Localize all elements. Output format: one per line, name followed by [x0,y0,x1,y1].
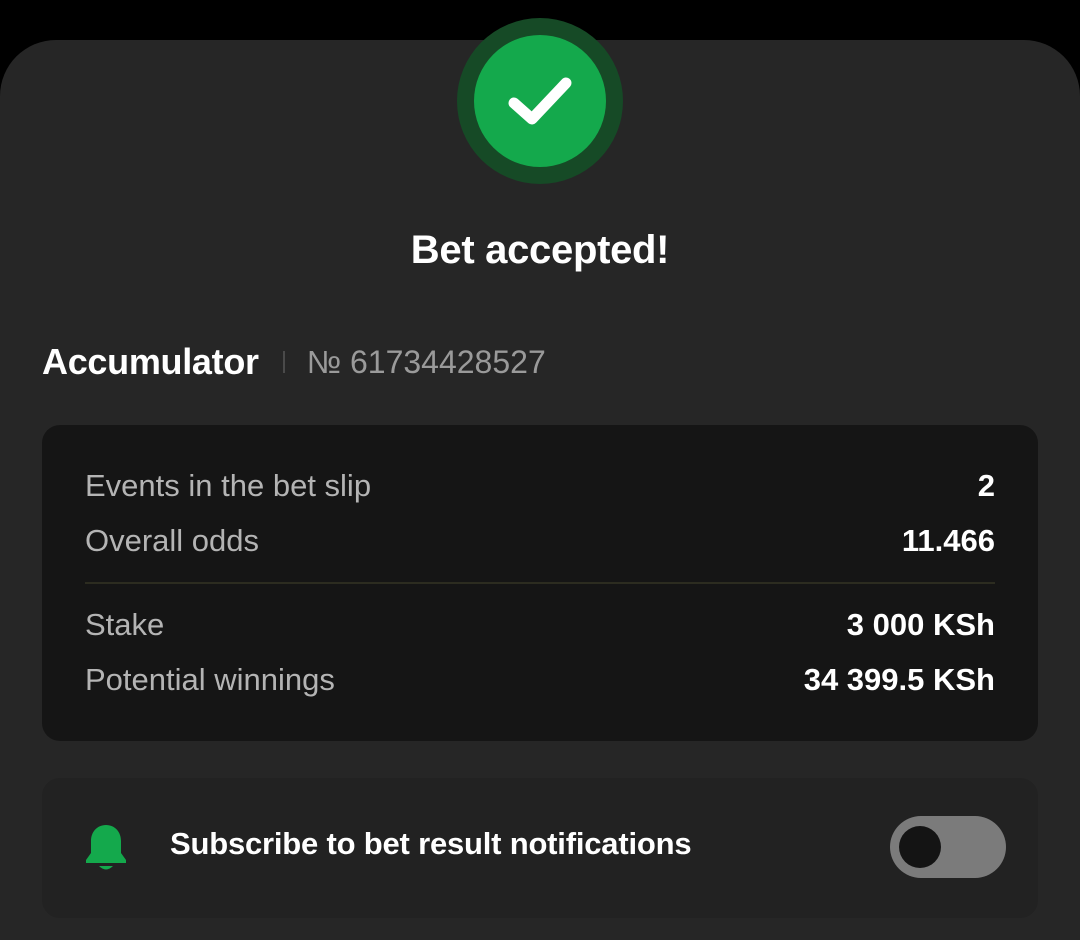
bell-icon [86,825,126,870]
summary-row-winnings: Potential winnings 34 399.5 KSh [85,658,995,702]
summary-label: Overall odds [85,523,260,558]
summary-row-events: Events in the bet slip 2 [85,464,995,508]
summary-value: 2 [977,468,995,503]
summary-label: Stake [85,607,165,642]
bet-number: № 61734428527 [306,343,546,380]
summary-row-odds: Overall odds 11.466 [85,519,995,563]
bet-header: Accumulator № 61734428527 [42,338,546,386]
bet-confirmation-sheet: Bet accepted! Accumulator № 61734428527 … [0,18,1080,940]
divider [282,351,285,373]
summary-divider [85,582,995,584]
summary-value: 3 000 KSh [846,607,995,642]
notification-toggle[interactable] [890,816,1006,878]
summary-value: 11.466 [901,523,995,558]
bet-type: Accumulator [42,341,259,382]
success-circle [474,35,606,167]
bet-summary-card: Events in the bet slip 2 Overall odds 11… [42,425,1038,741]
toggle-knob[interactable] [899,826,941,868]
success-badge [457,18,623,184]
summary-label: Events in the bet slip [85,468,372,503]
page-title: Bet accepted! [410,228,670,272]
check-icon [508,77,572,125]
summary-value: 34 399.5 KSh [803,662,995,697]
summary-row-stake: Stake 3 000 KSh [85,603,995,647]
notification-label: Subscribe to bet result notifications [170,826,692,861]
summary-label: Potential winnings [85,662,335,697]
notification-subscription-card: Subscribe to bet result notifications [42,778,1038,918]
